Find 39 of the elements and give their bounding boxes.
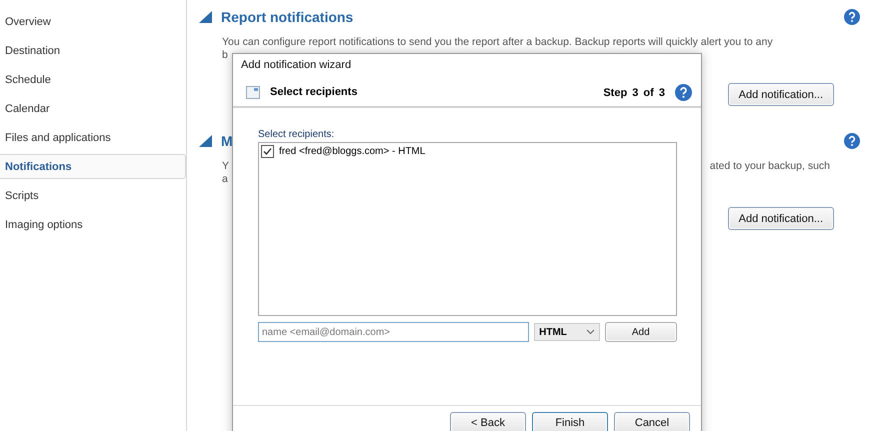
list-label: Select recipients: bbox=[258, 129, 336, 140]
add-button[interactable]: Add bbox=[604, 322, 677, 342]
sidebar-item[interactable]: Destination bbox=[0, 38, 186, 63]
add-notification-button[interactable]: Add notification... bbox=[728, 83, 834, 106]
sidebar-item[interactable]: Notifications bbox=[0, 154, 186, 179]
format-dropdown[interactable]: HTML bbox=[534, 323, 600, 341]
dialog-title: Add notification wizard bbox=[240, 58, 352, 73]
description-text: Y bbox=[222, 160, 230, 173]
step-text: Step bbox=[603, 87, 628, 99]
description-text: b bbox=[222, 49, 228, 62]
help-icon[interactable] bbox=[844, 9, 860, 25]
sidebar-item[interactable]: Files and applications bbox=[0, 125, 186, 150]
add-notification-button[interactable]: Add notification... bbox=[728, 207, 834, 230]
email-input-field[interactable]: name <email@domain.com> bbox=[258, 322, 530, 342]
collapse-triangle-icon[interactable] bbox=[199, 135, 212, 147]
checkbox[interactable] bbox=[261, 145, 274, 158]
description-text: a bbox=[222, 173, 228, 186]
chevron-down-icon bbox=[586, 329, 595, 335]
description-text: You can configure report notifications to send you the report after a backup. Backup reports will quickly alert you to any bbox=[222, 36, 773, 49]
sidebar-item[interactable]: Schedule bbox=[0, 67, 186, 92]
step-text: 3 bbox=[632, 87, 640, 99]
description-text: ated to your backup, such bbox=[710, 160, 830, 173]
sidebar-item[interactable]: Overview bbox=[0, 9, 186, 34]
help-icon[interactable] bbox=[844, 133, 860, 149]
page-title: Select recipients bbox=[270, 86, 358, 98]
section-heading: M bbox=[221, 133, 233, 149]
collapse-triangle-icon[interactable] bbox=[199, 11, 212, 23]
page-icon bbox=[246, 86, 260, 98]
wizard-button[interactable]: Finish bbox=[532, 412, 608, 431]
step-text: 3 bbox=[658, 87, 665, 99]
help-icon[interactable] bbox=[675, 84, 692, 100]
step-text: of bbox=[643, 87, 655, 99]
wizard-button[interactable]: Cancel bbox=[614, 412, 690, 431]
wizard-button[interactable]: < Back bbox=[450, 412, 526, 431]
sidebar-item[interactable]: Calendar bbox=[0, 96, 186, 121]
recipient-label[interactable]: fred <fred@bloggs.com> - HTML bbox=[279, 146, 426, 157]
section-heading: Report notifications bbox=[221, 9, 354, 25]
sidebar-item[interactable]: Imaging options bbox=[0, 212, 186, 237]
sidebar-item[interactable]: Scripts bbox=[0, 183, 186, 208]
